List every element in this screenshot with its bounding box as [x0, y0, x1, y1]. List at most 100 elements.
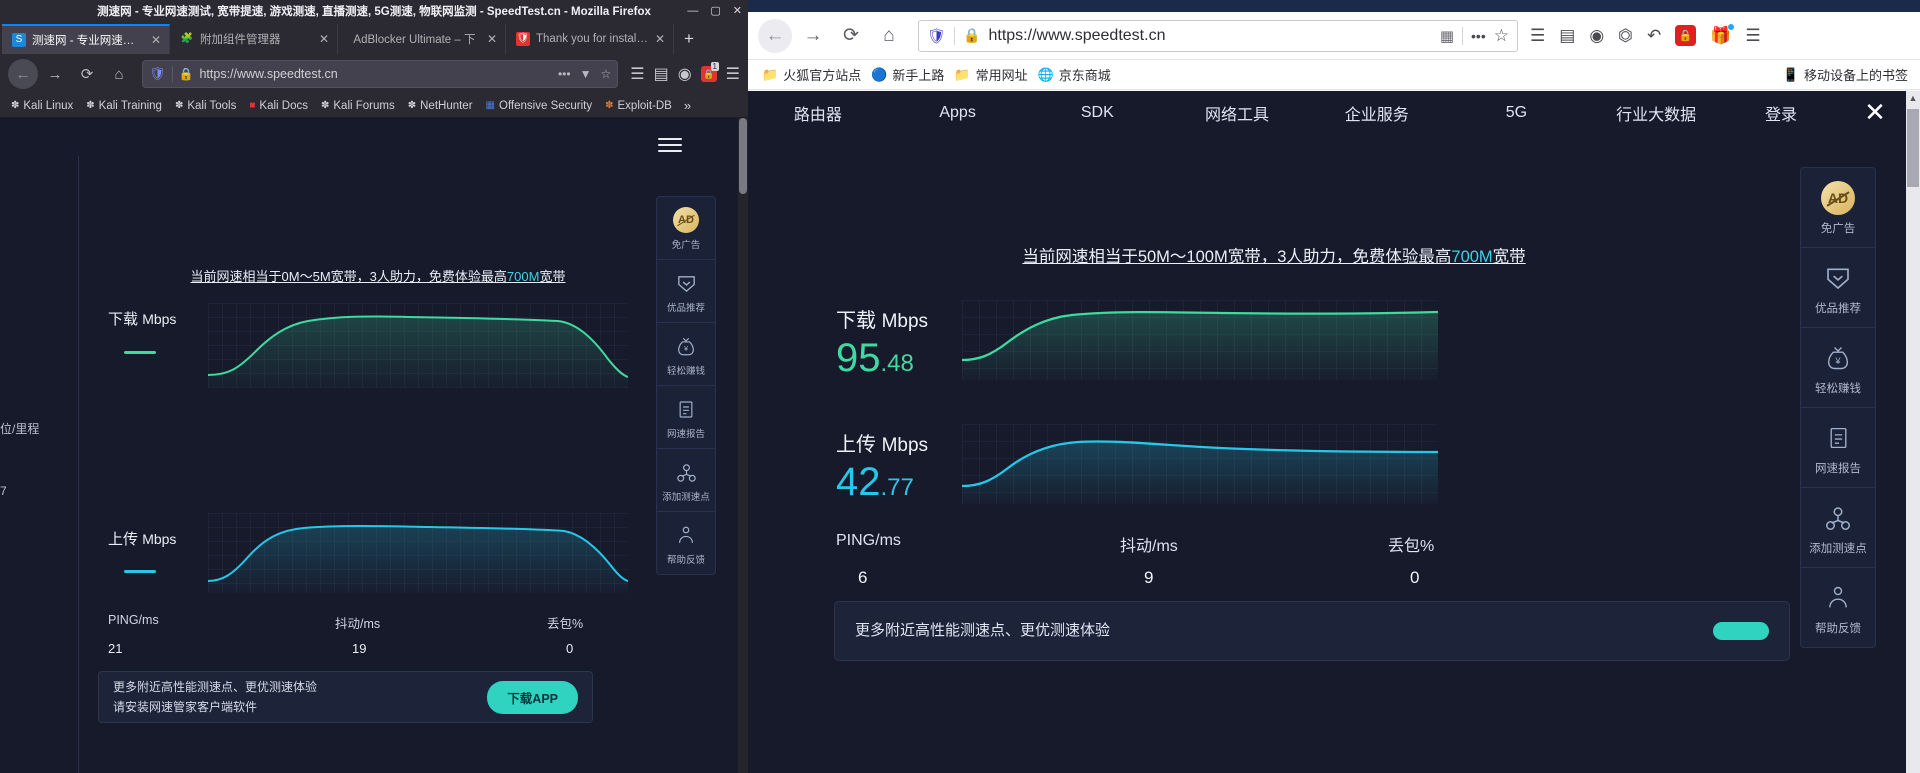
hamburger-menu-icon[interactable]: ☰	[726, 64, 740, 84]
nav-item-router[interactable]: 路由器	[748, 101, 888, 125]
account-icon[interactable]: ◉	[678, 64, 692, 84]
hamburger-menu-icon[interactable]: ☰	[1745, 26, 1760, 46]
close-window-button[interactable]: ✕	[733, 5, 742, 17]
left-page-scrollbar[interactable]	[738, 118, 748, 773]
nav-item-enterprise[interactable]: 企业服务	[1307, 101, 1447, 125]
bookmark-kali-docs[interactable]: ■ Kali Docs	[244, 98, 313, 114]
screenshot-crop-icon[interactable]: ⏣	[1618, 26, 1633, 46]
adblock-shield-icon[interactable]: 🔒	[1675, 25, 1697, 46]
promo-banner-link[interactable]: 当前网速相当于50M～100M宽带，3人助力，免费体验最高700M宽带	[748, 243, 1800, 267]
rail-item-ad-free[interactable]: AD 免广告	[1801, 168, 1875, 248]
nav-item-sdk[interactable]: SDK	[1027, 104, 1167, 122]
tracking-shield-icon[interactable]: 🛡	[927, 27, 946, 45]
rail-item-feedback[interactable]: 帮助反馈	[657, 512, 715, 574]
rail-item-add-node[interactable]: 添加测速点	[1801, 488, 1875, 568]
bookmark-label: 新手上路	[892, 68, 945, 83]
home-button[interactable]: ⌂	[104, 59, 134, 89]
close-icon[interactable]: ✕	[319, 32, 329, 46]
tab-thank-you[interactable]: 🛡 Thank you for installing ✕	[506, 24, 674, 54]
qr-code-icon[interactable]: ▦	[1440, 27, 1454, 45]
bookmarks-overflow-chevron-icon[interactable]: »	[680, 98, 695, 113]
dragon-icon: ✽	[11, 100, 20, 111]
rail-item-speed-report[interactable]: 网速报告	[657, 386, 715, 449]
bookmark-kali-training[interactable]: ✽ Kali Training	[81, 98, 167, 114]
rail-item-earn-money[interactable]: ¥ 轻松赚钱	[657, 323, 715, 386]
star-icon[interactable]: ☆	[600, 67, 611, 81]
ping-value: 6	[858, 568, 868, 587]
scrollbar-thumb[interactable]	[1907, 109, 1919, 187]
address-bar[interactable]: 🛡 🔒 https://www.speedtest.cn ••• ▼ ☆	[142, 60, 619, 88]
tracking-shield-icon[interactable]: 🛡	[149, 66, 166, 82]
bookmark-offensive-security[interactable]: ▦ Offensive Security	[481, 98, 598, 114]
page-actions-icon[interactable]: •••	[558, 67, 571, 81]
tab-addons-manager[interactable]: 🧩 附加组件管理器 ✕	[170, 24, 338, 54]
reload-button[interactable]: ⟳	[834, 19, 868, 53]
tab-adblocker-ultimate[interactable]: AdBlocker Ultimate – 下 ✕	[338, 24, 506, 54]
download-app-button[interactable]: 下载APP	[487, 680, 578, 714]
new-tab-button[interactable]: +	[674, 24, 704, 54]
forward-button[interactable]: →	[40, 59, 70, 89]
nav-item-big-data[interactable]: 行业大数据	[1586, 101, 1726, 125]
rail-item-add-node[interactable]: 添加测速点	[657, 449, 715, 512]
rail-label: 轻松赚钱	[666, 366, 705, 377]
close-icon[interactable]: ✕	[487, 32, 497, 46]
bookmark-mobile-bookmarks[interactable]: 📱 移动设备上的书签	[1783, 65, 1908, 84]
rail-item-earn-money[interactable]: ¥ 轻松赚钱	[1801, 328, 1875, 408]
scrollbar-thumb[interactable]	[739, 118, 747, 194]
bookmark-firefox-official[interactable]: 📁 火狐官方站点	[762, 65, 861, 84]
close-icon[interactable]: ✕	[655, 32, 665, 46]
download-app-button[interactable]	[1713, 622, 1769, 640]
site-menu-button[interactable]	[658, 134, 682, 156]
library-icon[interactable]: ☰	[630, 64, 644, 84]
dragon-icon: ✽	[407, 100, 417, 111]
bookmark-getting-started[interactable]: 🔵 新手上路	[871, 65, 944, 84]
account-icon[interactable]: ◉	[1589, 26, 1604, 46]
home-button[interactable]: ⌂	[872, 19, 906, 53]
nav-item-login[interactable]: 登录	[1726, 101, 1836, 125]
maximize-button[interactable]: ▢	[710, 5, 720, 17]
close-icon[interactable]: ✕	[151, 33, 161, 47]
banner-prefix: 当前网速相当于	[1022, 248, 1138, 266]
nav-item-5g[interactable]: 5G	[1447, 104, 1587, 122]
bookmark-kali-tools[interactable]: ✽ Kali Tools	[170, 98, 241, 114]
reload-button[interactable]: ⟳	[72, 59, 102, 89]
promo-line-2: 请安装网速管家客户端软件	[113, 700, 258, 714]
sidebar-icon[interactable]: ▤	[654, 64, 669, 84]
url-text[interactable]: https://www.speedtest.cn	[988, 27, 1431, 45]
nav-item-apps[interactable]: Apps	[888, 104, 1028, 122]
rail-item-feedback[interactable]: 帮助反馈	[1801, 568, 1875, 647]
bookmark-kali-linux[interactable]: ✽ Kali Linux	[6, 98, 78, 114]
right-page-scrollbar[interactable]: ▲	[1906, 91, 1920, 773]
bookmark-nethunter[interactable]: ✽ NetHunter	[403, 98, 478, 114]
scroll-up-arrow-icon[interactable]: ▲	[1906, 91, 1920, 105]
rail-item-ad-free[interactable]: AD 免广告	[657, 197, 715, 260]
rail-item-recommend[interactable]: 优品推荐	[657, 260, 715, 323]
bookmark-common-sites[interactable]: 📁 常用网址	[954, 65, 1027, 84]
pocket-icon[interactable]: ▼	[580, 67, 592, 81]
bookmark-exploit-db[interactable]: ✽ Exploit-DB	[600, 98, 677, 114]
library-icon[interactable]: ☰	[1530, 26, 1545, 46]
tab-speedtest[interactable]: S 测速网 - 专业网速测试,宽 ✕	[2, 24, 170, 54]
back-button[interactable]: ←	[758, 18, 792, 53]
sidebar-icon[interactable]: ▤	[1559, 26, 1575, 46]
close-icon[interactable]: ✕	[1860, 97, 1890, 127]
address-bar[interactable]: 🛡 🔒 https://www.speedtest.cn ▦ ••• ☆	[918, 19, 1518, 52]
minimize-button[interactable]: —	[687, 5, 698, 17]
back-button[interactable]: ←	[8, 59, 38, 89]
right-side-rail: AD 免广告 优品推荐 ¥ 轻松赚钱 网速报告 添加测速点 帮助反馈	[1800, 167, 1876, 648]
rail-item-speed-report[interactable]: 网速报告	[1801, 408, 1875, 488]
right-page-viewport: 路由器 Apps SDK 网络工具 企业服务 5G 行业大数据 登录 ✕ 当前网…	[748, 91, 1920, 773]
star-icon[interactable]: ☆	[1494, 26, 1509, 46]
rail-item-recommend[interactable]: 优品推荐	[1801, 248, 1875, 328]
left-window-title: 测速网 - 专业网速测试, 宽带提速, 游戏测速, 直播测速, 5G测速, 物联…	[97, 6, 651, 18]
nav-item-network-tools[interactable]: 网络工具	[1167, 101, 1307, 125]
undo-arrow-icon[interactable]: ↶	[1647, 26, 1661, 46]
page-actions-icon[interactable]: •••	[1471, 28, 1486, 44]
url-text[interactable]: https://www.speedtest.cn	[199, 67, 551, 81]
bookmark-kali-forums[interactable]: ✽ Kali Forums	[316, 98, 400, 114]
site-top-nav: 路由器 Apps SDK 网络工具 企业服务 5G 行业大数据 登录	[748, 91, 1906, 135]
promo-banner-link[interactable]: 当前网速相当于0M～5M宽带，3人助力，免费体验最高700M宽带	[78, 266, 678, 285]
gift-icon[interactable]: 🎁	[1710, 23, 1735, 46]
bookmark-jd-mall[interactable]: 🌐 京东商城	[1038, 65, 1111, 84]
forward-button[interactable]: →	[796, 19, 830, 53]
